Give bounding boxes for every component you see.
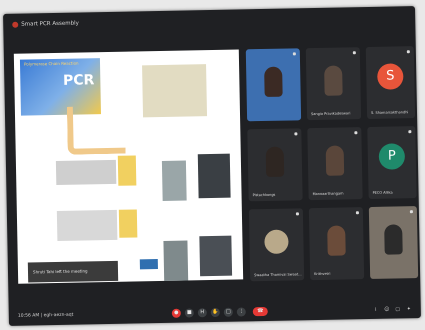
screen-photo-1 bbox=[197, 153, 231, 199]
flow-arrow bbox=[66, 105, 126, 155]
meeting-title: Smart PCR Assembly bbox=[21, 20, 79, 28]
banner-title: PCR bbox=[62, 72, 95, 89]
people-icon[interactable]: ☺ bbox=[384, 307, 390, 313]
participant-tile-7[interactable]: Swaatha Thamivai Swaat... bbox=[248, 208, 305, 282]
meeting-clock: 10:56 AM | egh-aezn-aqt bbox=[17, 312, 74, 319]
participant-tile-4[interactable]: Pistachkongs bbox=[247, 128, 303, 202]
captions-button[interactable]: H bbox=[197, 308, 207, 318]
participant-name: Pistachkongs bbox=[252, 192, 276, 198]
result-image-1 bbox=[117, 155, 137, 186]
mic-status-icon bbox=[408, 130, 412, 134]
participant-avatar: S bbox=[377, 63, 404, 91]
monitor-screen: Smart PCR Assembly Polymerase Chain Reac… bbox=[3, 6, 421, 326]
lab-photo bbox=[163, 240, 189, 281]
participant-video bbox=[264, 229, 289, 255]
result-image-2 bbox=[118, 209, 138, 238]
participant-video bbox=[264, 66, 283, 98]
participant-tile-8[interactable]: Krithvetri bbox=[308, 207, 365, 281]
equipment-figure bbox=[142, 64, 208, 118]
meeting-control-bar: 10:56 AM | egh-aezn-aqt ● ■ H ✋ □ ⋮ ☎ i … bbox=[9, 296, 421, 326]
shared-slide: Polymerase Chain Reaction PCR bbox=[13, 49, 244, 284]
raise-hand-button[interactable]: ✋ bbox=[210, 307, 220, 318]
participant-video bbox=[384, 224, 403, 255]
participant-tile-2[interactable]: Sangia Pravikadeswari bbox=[305, 47, 362, 121]
banner-heading: Polymerase Chain Reaction bbox=[23, 60, 79, 67]
mic-status-icon bbox=[292, 52, 296, 56]
mic-status-icon bbox=[355, 211, 359, 215]
participant-name: Manoaarthangam bbox=[312, 191, 344, 197]
more-options-button[interactable]: ⋮ bbox=[236, 307, 246, 317]
participant-name: PECO Allika bbox=[372, 190, 393, 195]
participant-tile-5[interactable]: Manoaarthangam bbox=[307, 127, 363, 201]
gel-image-2 bbox=[56, 209, 118, 241]
participant-video bbox=[324, 65, 343, 96]
participant-tile-1[interactable] bbox=[245, 48, 302, 122]
left-meeting-toast: Shruti Tahi left the meeting bbox=[27, 260, 119, 283]
mic-status-icon bbox=[409, 210, 413, 214]
participant-avatar: P bbox=[378, 143, 406, 171]
mic-status-icon bbox=[295, 212, 299, 216]
mic-button[interactable]: ● bbox=[171, 308, 181, 318]
gel-image-1 bbox=[55, 159, 117, 185]
mic-status-icon bbox=[354, 131, 358, 135]
mic-status-icon bbox=[406, 50, 410, 54]
participant-video bbox=[327, 225, 346, 256]
participant-video bbox=[325, 145, 345, 176]
present-button[interactable]: □ bbox=[223, 307, 233, 317]
camera-button[interactable]: ■ bbox=[184, 308, 194, 318]
chat-icon[interactable]: ▢ bbox=[395, 306, 401, 312]
screen-photo-2 bbox=[199, 235, 233, 277]
mic-status-icon bbox=[352, 51, 356, 55]
machine-photo-1 bbox=[161, 160, 187, 201]
participant-name: Krithvetri bbox=[314, 271, 331, 277]
activities-icon[interactable]: ✦ bbox=[406, 306, 412, 312]
participant-tile-9[interactable] bbox=[368, 206, 419, 279]
participant-tile-6[interactable]: P PECO Allika bbox=[367, 126, 417, 199]
participant-name: Sangia Pravikadeswari bbox=[310, 111, 351, 117]
blue-label bbox=[139, 259, 158, 270]
end-call-button[interactable]: ☎ bbox=[252, 306, 268, 317]
participant-video bbox=[265, 146, 285, 178]
recording-dot-icon bbox=[12, 21, 19, 28]
end-call-icon: ☎ bbox=[257, 308, 264, 315]
info-icon[interactable]: i bbox=[373, 307, 379, 313]
participant-name: Swaatha Thamivai Swaat... bbox=[254, 272, 302, 278]
participant-tile-3[interactable]: S S. Shamarsakthandhi bbox=[365, 46, 416, 120]
participant-name: S. Shamarsakthandhi bbox=[370, 110, 409, 115]
mic-status-icon bbox=[294, 132, 298, 136]
